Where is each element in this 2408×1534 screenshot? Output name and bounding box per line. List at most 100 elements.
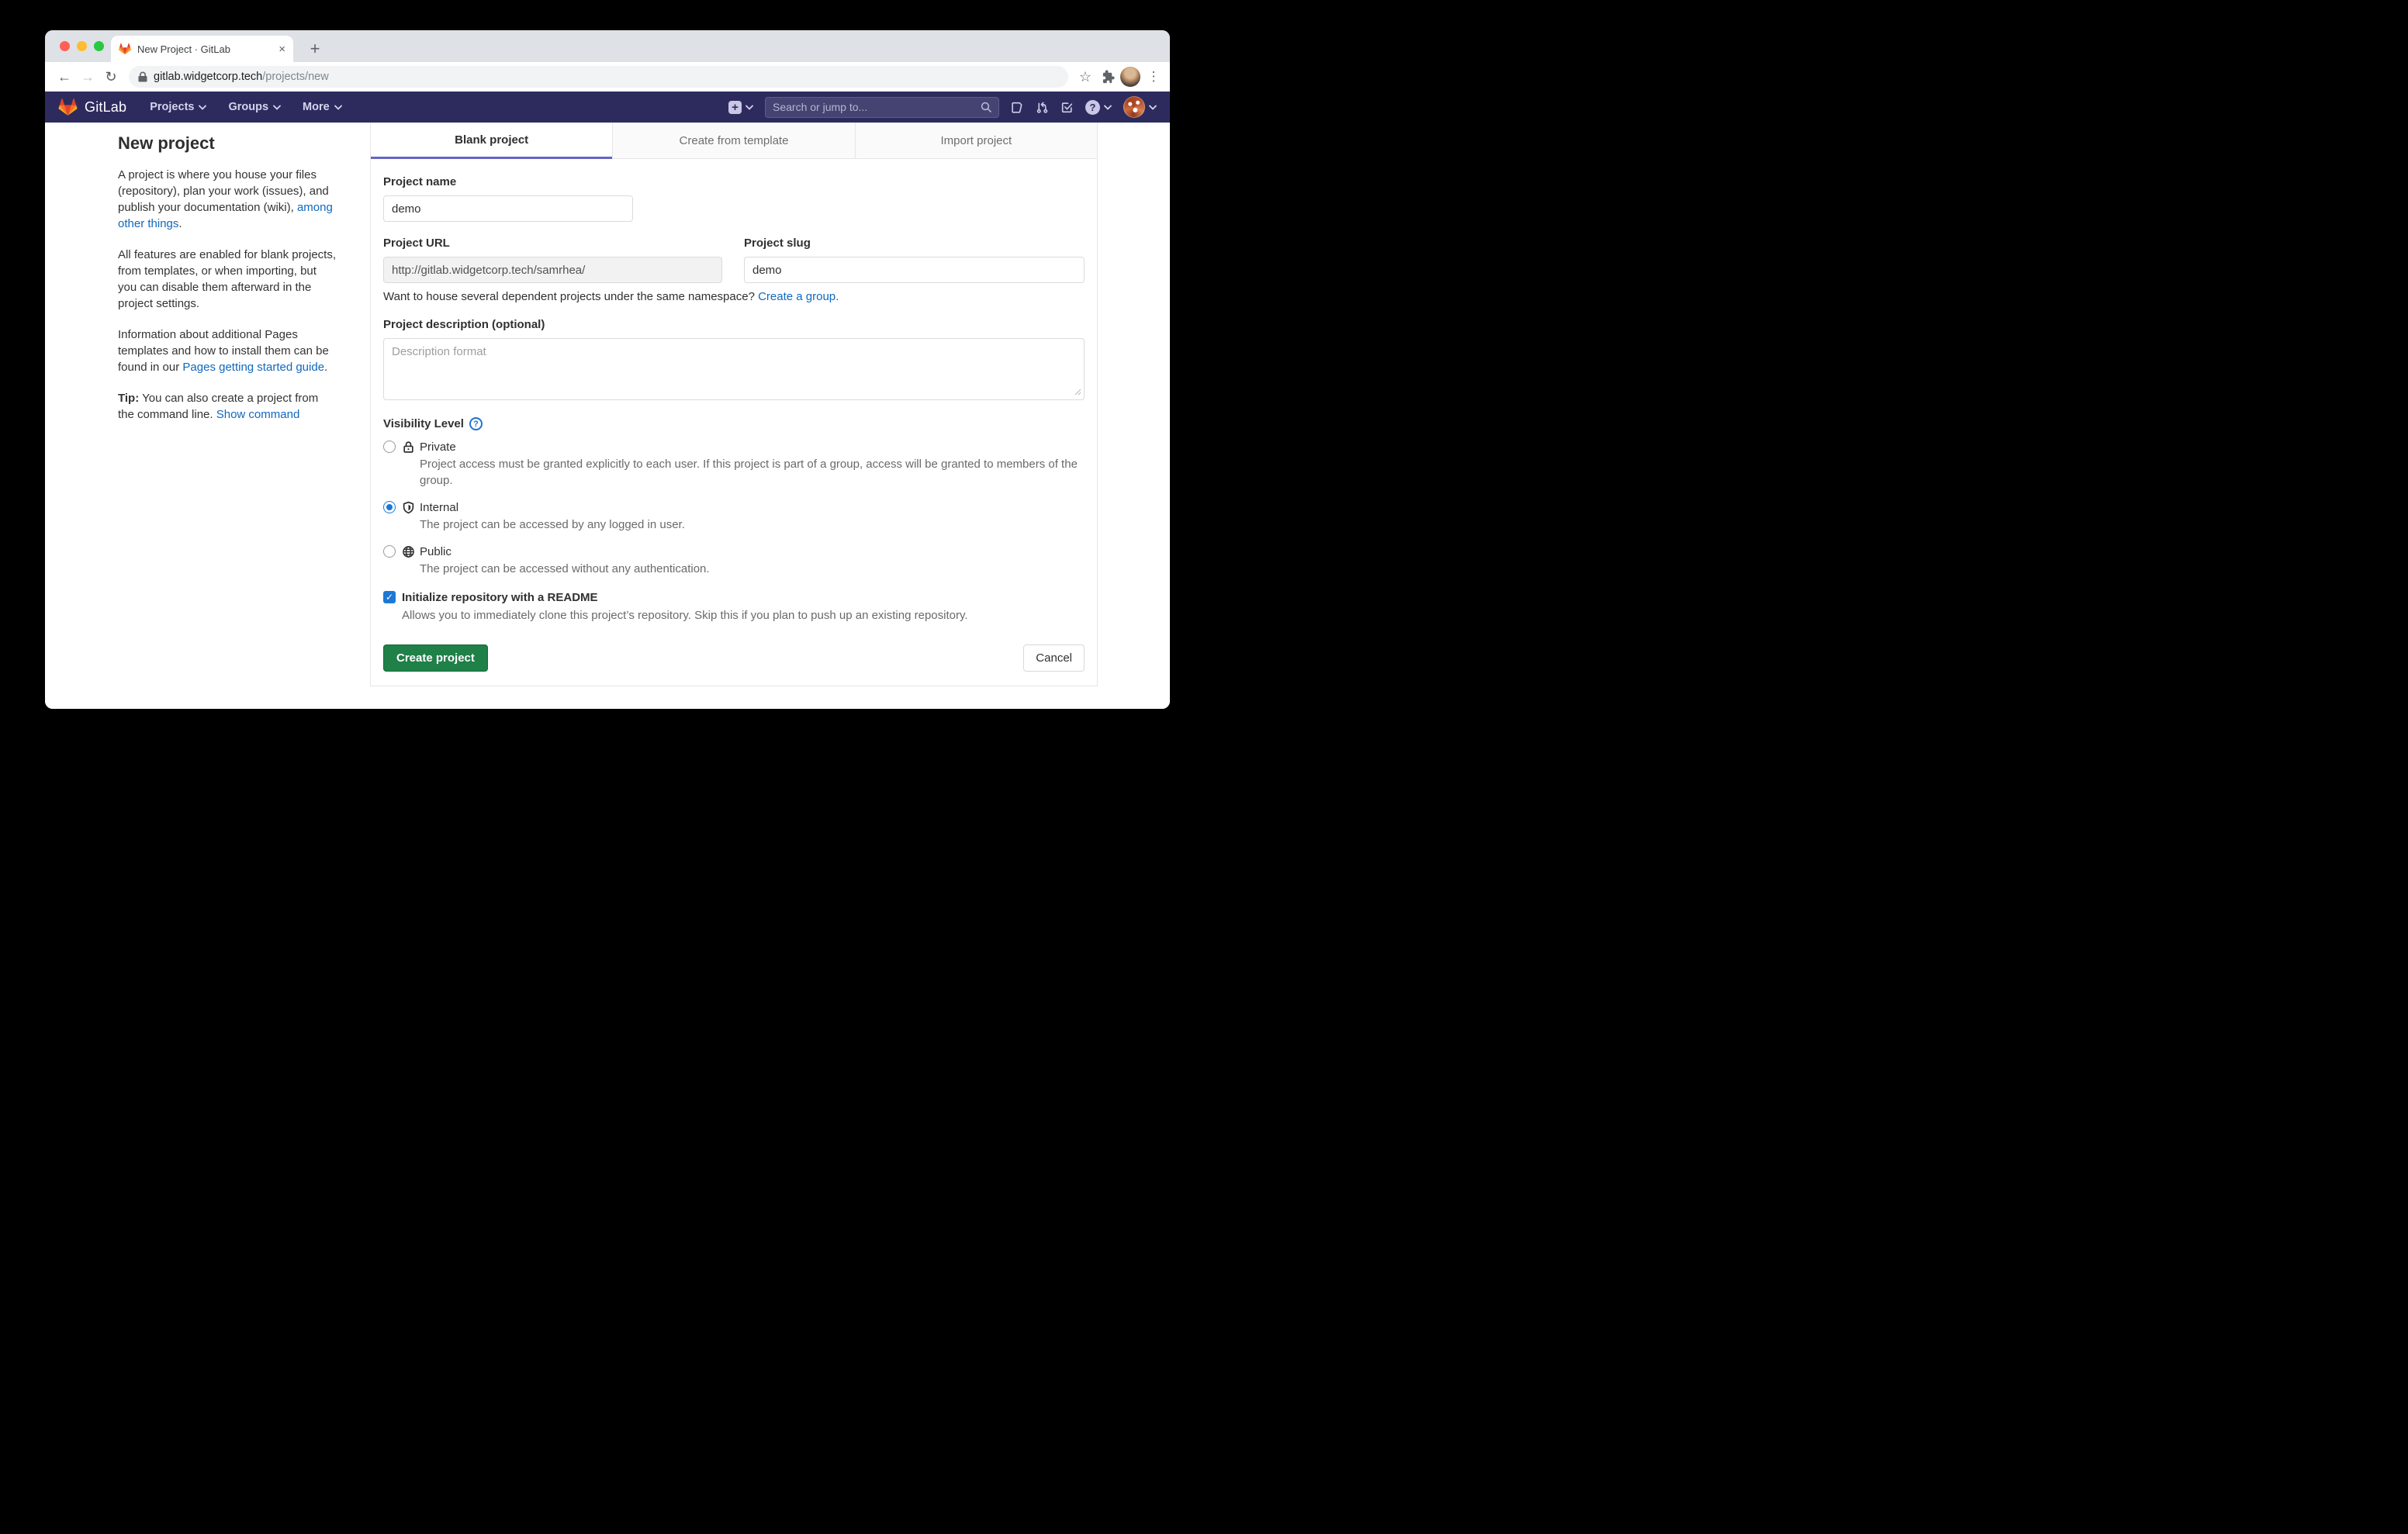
nav-menu-groups[interactable]: Groups xyxy=(228,101,281,113)
toolbar-right: ☆ ⋮ xyxy=(1074,67,1162,87)
page-content: New project A project is where you house… xyxy=(45,123,1170,709)
minimize-window-button[interactable] xyxy=(77,41,87,51)
browser-tab-strip: New Project · GitLab × + xyxy=(45,30,1170,62)
new-menu-button[interactable]: + xyxy=(728,101,753,114)
todos-icon[interactable] xyxy=(1060,101,1074,114)
private-option-label[interactable]: Private xyxy=(420,441,456,454)
tip-label: Tip: xyxy=(118,392,139,405)
chevron-down-icon xyxy=(746,105,753,110)
tab-blank-project[interactable]: Blank project xyxy=(371,123,612,159)
public-radio[interactable] xyxy=(383,545,396,558)
project-description-label: Project description (optional) xyxy=(383,318,1085,331)
issues-icon[interactable] xyxy=(1011,101,1024,114)
visibility-level-label: Visibility Level ? xyxy=(383,417,1085,430)
visibility-option-public: Public The project can be accessed witho… xyxy=(383,544,1085,577)
new-tab-button[interactable]: + xyxy=(304,38,326,60)
browser-profile-avatar[interactable] xyxy=(1120,67,1140,87)
back-button[interactable]: ← xyxy=(53,65,76,88)
sidebar-paragraph: A project is where you house your files … xyxy=(118,167,337,232)
public-option-desc: The project can be accessed without any … xyxy=(420,561,710,577)
pages-guide-link[interactable]: Pages getting started guide xyxy=(182,361,324,374)
nav-menu-projects[interactable]: Projects xyxy=(150,101,206,113)
project-slug-input[interactable] xyxy=(744,257,1085,283)
chevron-down-icon xyxy=(273,105,281,110)
project-name-input[interactable] xyxy=(383,195,633,222)
nav-menu-more[interactable]: More xyxy=(303,101,342,113)
readme-group: ✓ Initialize repository with a README Al… xyxy=(383,589,1085,624)
user-menu[interactable] xyxy=(1123,96,1157,118)
create-group-link[interactable]: Create a group. xyxy=(758,290,839,303)
chevron-down-icon xyxy=(1149,105,1157,110)
description-group: Project description (optional) xyxy=(383,318,1085,400)
chevron-down-icon xyxy=(1104,105,1112,110)
merge-requests-icon[interactable] xyxy=(1036,101,1049,114)
search-input[interactable] xyxy=(773,101,981,113)
tab-create-from-template[interactable]: Create from template xyxy=(612,123,854,159)
new-project-panel: Blank project Create from template Impor… xyxy=(370,123,1098,686)
bookmark-star-icon[interactable]: ☆ xyxy=(1074,69,1096,85)
url-slug-group: Project URL Project slug Want to house s… xyxy=(383,237,1085,303)
internal-option-label[interactable]: Internal xyxy=(420,501,458,514)
browser-menu-icon[interactable]: ⋮ xyxy=(1145,69,1162,85)
private-option-desc: Project access must be granted explicitl… xyxy=(420,456,1079,489)
public-option-label[interactable]: Public xyxy=(420,545,452,558)
navbar-right: + ? xyxy=(728,96,1157,118)
text: . xyxy=(324,361,327,374)
description-sidebar: New project A project is where you house… xyxy=(118,123,337,709)
nav-menu-label: More xyxy=(303,101,330,113)
project-description-textarea[interactable] xyxy=(383,338,1085,400)
url-host: gitlab.widgetcorp.tech xyxy=(154,71,262,83)
forward-button[interactable]: → xyxy=(76,65,99,88)
cancel-button[interactable]: Cancel xyxy=(1023,644,1085,672)
project-url-group: Project URL xyxy=(383,237,722,283)
help-menu[interactable]: ? xyxy=(1085,100,1112,115)
shield-icon xyxy=(402,501,415,514)
visibility-group: Visibility Level ? Private Project acces… xyxy=(383,417,1085,577)
search-icon xyxy=(981,102,991,112)
create-project-button[interactable]: Create project xyxy=(383,644,488,672)
extensions-puzzle-icon[interactable] xyxy=(1101,70,1116,85)
zoom-window-button[interactable] xyxy=(94,41,104,51)
reload-button[interactable]: ↻ xyxy=(99,65,123,88)
project-slug-group: Project slug xyxy=(744,237,1085,283)
gitlab-navbar: GitLab Projects Groups More + xyxy=(45,92,1170,123)
project-name-label: Project name xyxy=(383,175,1085,188)
chevron-down-icon xyxy=(334,105,342,110)
readme-label[interactable]: Initialize repository with a README xyxy=(402,591,598,604)
visibility-option-internal: Internal The project can be accessed by … xyxy=(383,499,1085,533)
browser-toolbar: ← → ↻ gitlab.widgetcorp.tech/projects/ne… xyxy=(45,62,1170,92)
sidebar-tip: Tip: You can also create a project from … xyxy=(118,390,337,423)
project-url-input[interactable] xyxy=(383,257,722,283)
tab-close-icon[interactable]: × xyxy=(279,43,285,55)
readme-desc: Allows you to immediately clone this pro… xyxy=(402,607,968,624)
gitlab-favicon-icon xyxy=(119,43,131,55)
url-path: /projects/new xyxy=(262,71,328,83)
page-title: New project xyxy=(118,133,337,154)
gitlab-wordmark: GitLab xyxy=(85,99,126,116)
project-slug-label: Project slug xyxy=(744,237,1085,250)
blank-project-form: Project name Project URL Project slug xyxy=(371,159,1097,686)
form-actions: Create project Cancel xyxy=(383,644,1085,672)
gitlab-brand[interactable]: GitLab xyxy=(58,98,126,116)
globe-icon xyxy=(402,545,415,558)
address-bar[interactable]: gitlab.widgetcorp.tech/projects/new xyxy=(129,66,1068,88)
sidebar-paragraph: Information about additional Pages templ… xyxy=(118,326,337,375)
plus-icon: + xyxy=(728,101,742,114)
resize-grip-icon[interactable] xyxy=(1074,389,1081,396)
browser-tab[interactable]: New Project · GitLab × xyxy=(111,36,293,62)
sidebar-paragraph: All features are enabled for blank proje… xyxy=(118,247,337,312)
global-search xyxy=(765,97,999,118)
readme-checkbox[interactable]: ✓ xyxy=(383,591,396,603)
project-url-label: Project URL xyxy=(383,237,722,250)
show-command-link[interactable]: Show command xyxy=(216,408,300,421)
visibility-help-icon[interactable]: ? xyxy=(469,417,483,430)
project-type-tabs: Blank project Create from template Impor… xyxy=(371,123,1097,159)
user-avatar xyxy=(1123,96,1145,118)
internal-radio[interactable] xyxy=(383,501,396,513)
project-name-group: Project name xyxy=(383,175,1085,222)
text: . xyxy=(178,217,182,230)
close-window-button[interactable] xyxy=(60,41,70,51)
tab-import-project[interactable]: Import project xyxy=(855,123,1097,159)
visibility-option-private: Private Project access must be granted e… xyxy=(383,439,1085,489)
private-radio[interactable] xyxy=(383,441,396,453)
